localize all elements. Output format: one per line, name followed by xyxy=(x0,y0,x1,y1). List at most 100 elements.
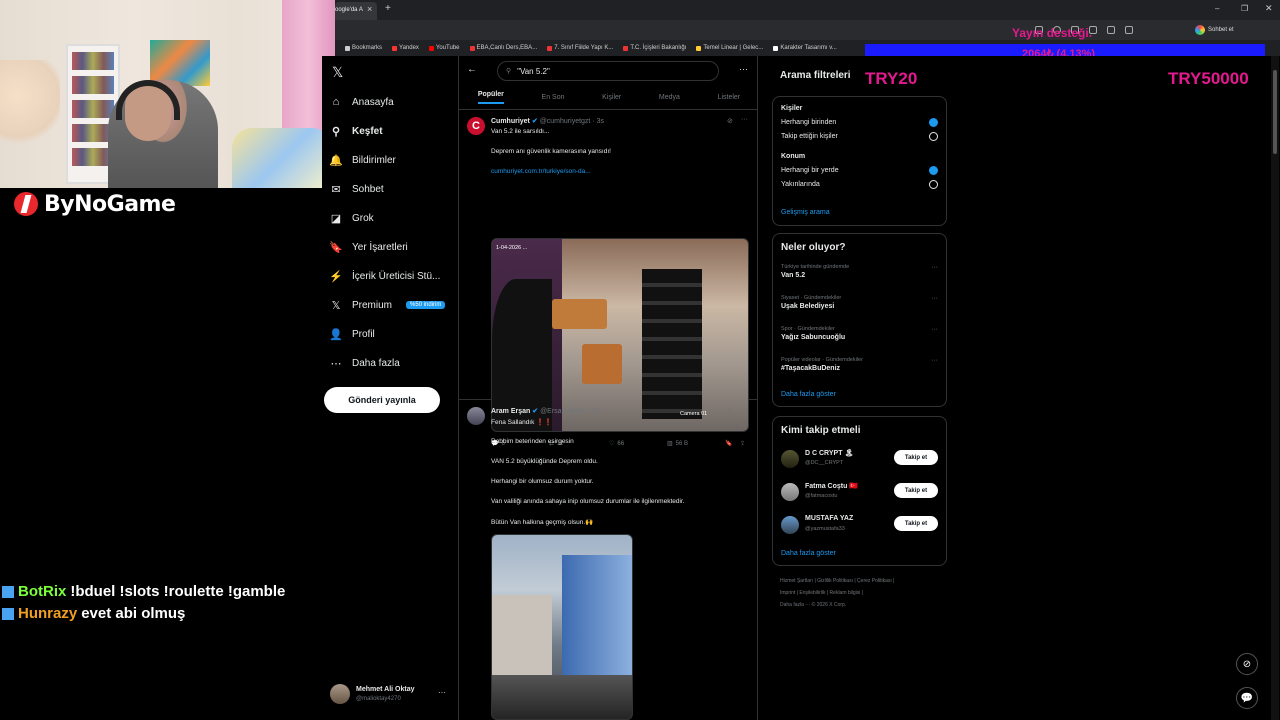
author-name: Aram Erşan xyxy=(491,408,531,415)
tab-media[interactable]: Medya xyxy=(659,94,680,101)
show-more-link[interactable]: Daha fazla göster xyxy=(781,391,836,398)
avatar[interactable] xyxy=(467,407,485,425)
nav-item-profile[interactable]: 👤 Profil xyxy=(329,328,375,341)
follow-button[interactable]: Takip et xyxy=(894,450,938,465)
nav-item-explore[interactable]: ⚲ Keşfet xyxy=(330,125,383,138)
more-icon[interactable]: ··· xyxy=(931,326,938,333)
follow-button[interactable]: Takip et xyxy=(894,483,938,498)
tab-people[interactable]: Kişiler xyxy=(602,94,621,101)
close-window-icon[interactable]: ✕ xyxy=(1265,3,1273,14)
bookmark-item[interactable]: 7. Sınıf Fiilde Yapı K... xyxy=(547,45,613,51)
user-handle: @yazmustafa33 xyxy=(805,526,845,532)
bookmark-label: Temel Linear | Gelec... xyxy=(703,45,764,51)
trend-item[interactable]: Türkiye tarihinde gündemde Van 5.2 xyxy=(781,264,849,279)
tweet[interactable]: C Cumhuriyet ✔ @cumhuriyetgzt · 3s ⊘ ···… xyxy=(459,111,757,447)
avatar[interactable] xyxy=(781,483,799,501)
bookmark-item[interactable]: T.C. İçişleri Bakanlığı xyxy=(623,45,686,51)
account-switcher[interactable]: Mehmet Ali Oktay @malioktay4270 ··· xyxy=(330,684,450,706)
settings-icon[interactable] xyxy=(1125,26,1133,34)
more-icon[interactable]: ··· xyxy=(739,64,748,74)
nav-item-premium[interactable]: 𝕏 Premium %50 indirim xyxy=(330,299,446,312)
browser-toolbar: Sohbet et xyxy=(335,20,1280,40)
post-button[interactable]: Gönderi yayınla xyxy=(324,387,440,413)
maximize-icon[interactable]: ❐ xyxy=(1241,4,1248,13)
filter-option[interactable]: Herhangi bir yerde xyxy=(781,167,839,174)
trend-item[interactable]: Spor · Gündemdekiler Yağız Sabuncuoğlu xyxy=(781,326,845,341)
tweet-image[interactable] xyxy=(491,534,633,720)
bookmark-label: Karakter Tasarımı v... xyxy=(780,45,837,51)
follow-button[interactable]: Takip et xyxy=(894,516,938,531)
bookmark-item[interactable]: YouTube xyxy=(428,45,460,51)
more-icon[interactable]: ··· xyxy=(931,295,938,302)
nav-item-home[interactable]: ⌂ Anasayfa xyxy=(330,96,394,108)
trend-context: Türkiye tarihinde gündemde xyxy=(781,264,850,270)
more-icon[interactable]: ··· xyxy=(931,357,938,364)
radio-checked-icon[interactable] xyxy=(929,166,938,175)
new-tab-button[interactable]: + xyxy=(385,3,391,14)
home-icon: ⌂ xyxy=(332,96,340,108)
nav-item-creator-studio[interactable]: ⚡ İçerik Üreticisi Stü... xyxy=(329,270,440,283)
donation-goal: TRY50000 xyxy=(1168,69,1249,88)
footer-links[interactable]: Imprint | Erişilebilirlik | Reklam bilgi… xyxy=(780,590,863,596)
avatar[interactable] xyxy=(781,450,799,468)
search-input[interactable]: ⚲ "Van 5.2" xyxy=(497,61,719,81)
radio-icon[interactable] xyxy=(929,180,938,189)
nav-item-grok[interactable]: ◪ Grok xyxy=(330,212,374,225)
nav-item-bookmarks[interactable]: 🔖 Yer İşaretleri xyxy=(329,241,408,254)
advanced-search-link[interactable]: Gelişmiş arama xyxy=(781,209,830,216)
tweet-author[interactable]: Cumhuriyet ✔ @cumhuriyetgzt · 3s xyxy=(491,117,604,125)
trend-item[interactable]: Popüler videolar · Gündemdekiler #Taşacak… xyxy=(781,357,863,372)
tab-close-icon[interactable]: × xyxy=(367,4,372,14)
chat-text: evet abi olmuş xyxy=(81,605,186,622)
footer-links[interactable]: Hizmet Şartları | Gizlilik Politikası | … xyxy=(780,578,894,584)
nav-item-messages[interactable]: ✉ Sohbet xyxy=(330,183,383,196)
x-logo-icon[interactable]: 𝕏 xyxy=(332,64,343,81)
radio-checked-icon[interactable] xyxy=(929,118,938,127)
bookmark-item[interactable]: EBA,Canlı Ders,EBA... xyxy=(469,45,537,51)
grok-icon[interactable]: ⊘ xyxy=(727,117,733,125)
tab-popular[interactable]: Popüler xyxy=(477,91,504,104)
tab-lists[interactable]: Listeler xyxy=(718,94,741,101)
user-name[interactable]: MUSTAFA YAZ xyxy=(805,515,853,522)
footer-links[interactable]: Daha fazla ··· © 2026 X Corp. xyxy=(780,602,846,608)
avatar[interactable] xyxy=(781,516,799,534)
nav-item-more[interactable]: ⋯ Daha fazla xyxy=(330,357,400,370)
tab-title: oogle'da A xyxy=(335,7,363,13)
more-icon[interactable]: ··· xyxy=(931,264,938,271)
more-icon[interactable]: ··· xyxy=(741,116,748,123)
nav-item-notifications[interactable]: 🔔 Bildirimler xyxy=(329,154,396,167)
chat-user: Hunrazy xyxy=(18,605,78,622)
filter-option[interactable]: Takip ettiğin kişiler xyxy=(781,133,838,140)
filter-option[interactable]: Herhangi birinden xyxy=(781,119,836,126)
chat-badge-icon xyxy=(2,607,14,620)
search-query: "Van 5.2" xyxy=(517,66,550,76)
chat-badge-icon xyxy=(2,585,14,598)
back-arrow-icon[interactable]: ← xyxy=(467,64,477,75)
avatar xyxy=(330,684,350,704)
show-more-link[interactable]: Daha fazla göster xyxy=(781,550,836,557)
bookmark-item[interactable]: Yandex xyxy=(392,45,419,51)
user-name[interactable]: D C CRYPT 🏝 xyxy=(805,449,853,457)
radio-icon[interactable] xyxy=(929,132,938,141)
trend-item[interactable]: Siyaset · Gündemdekiler Uşak Belediyesi xyxy=(781,295,841,310)
avatar[interactable]: C xyxy=(467,117,485,135)
chat-fab-icon[interactable]: 💬 xyxy=(1236,687,1258,709)
scrollbar[interactable] xyxy=(1271,56,1279,720)
tweet-author[interactable]: Aram Erşan ✔ @Ersan_Aram · 4s xyxy=(491,407,600,415)
bookmark-item[interactable]: Bookmarks xyxy=(345,45,382,51)
downloads-icon[interactable] xyxy=(1107,26,1115,34)
grok-fab-icon[interactable]: ⊘ xyxy=(1236,653,1258,675)
more-icon[interactable]: ··· xyxy=(741,406,748,413)
bookmark-item[interactable]: Karakter Tasarımı v... xyxy=(773,45,837,51)
profile-chip[interactable]: Sohbet et xyxy=(1195,23,1275,37)
filter-option[interactable]: Yakınlarında xyxy=(781,181,820,188)
tweet-link[interactable]: cumhuriyet.com.tr/turkiye/son-da... xyxy=(491,168,591,175)
trends-title: Neler oluyor? xyxy=(781,242,846,253)
minimize-icon[interactable]: – xyxy=(1215,4,1219,13)
tab-latest[interactable]: En Son xyxy=(542,94,565,101)
trends-card: Neler oluyor? Türkiye tarihinde gündemde… xyxy=(772,233,947,407)
user-name[interactable]: Fatma Coştu 🇹🇷 xyxy=(805,482,858,490)
grok-icon[interactable]: ⊘ xyxy=(727,407,733,415)
bookmark-item[interactable]: Temel Linear | Gelec... xyxy=(696,45,763,51)
verified-icon: ✔ xyxy=(531,118,538,125)
